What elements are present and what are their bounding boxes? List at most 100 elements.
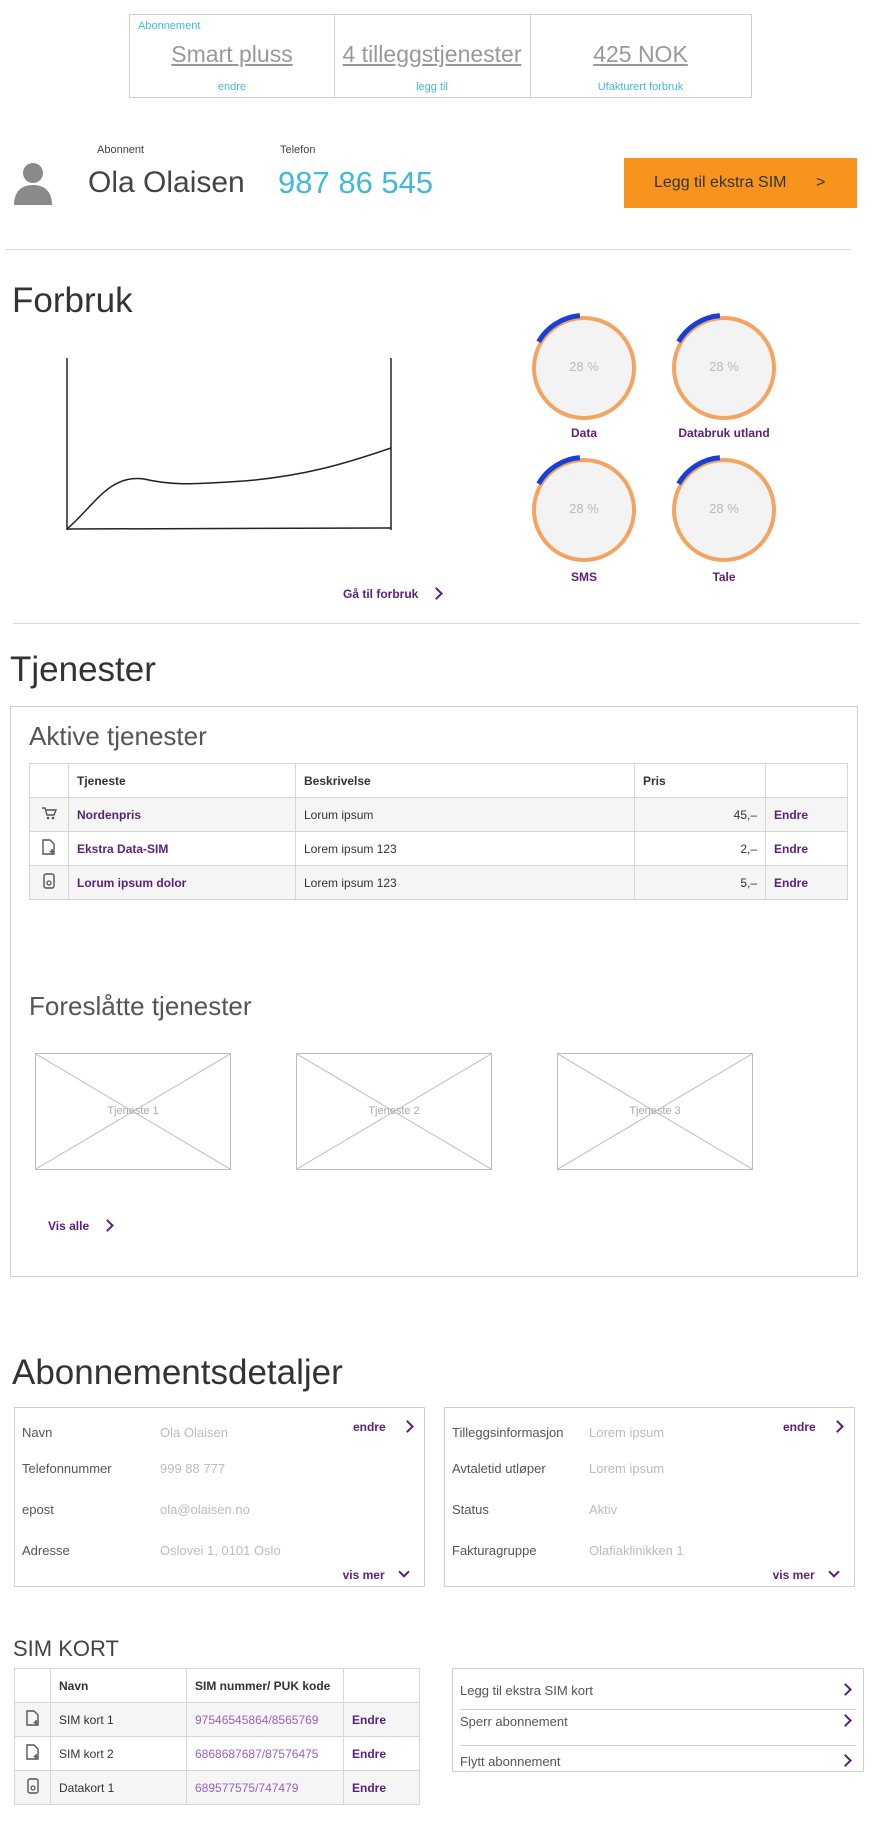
sim-name: SIM kort 1 — [50, 1702, 187, 1737]
donut-label: Tale — [712, 570, 736, 584]
suggested-service-card[interactable]: Tjeneste 1 — [35, 1053, 231, 1170]
detail-row: Oslovei 1, 0101 Oslo — [160, 1543, 281, 1558]
service-description: Lorum ipsum — [295, 797, 635, 832]
usage-donut: 28 % — [668, 454, 780, 566]
detail-row: Avtaletid utløper — [452, 1461, 546, 1476]
sim-actions-panel: Legg til ekstra SIM kort Sperr abonnemen… — [452, 1668, 864, 1772]
unbilled-amount[interactable]: 425 NOK — [530, 41, 751, 68]
edit-details-link[interactable]: endre — [352, 1420, 414, 1434]
summary-plan[interactable]: Smart pluss endre — [130, 15, 335, 97]
detail-row: Olafiaklinikken 1 — [589, 1543, 684, 1558]
table-row: Ekstra Data-SIM Lorem ipsum 123 2,– Endr… — [29, 831, 848, 866]
see-all-label: Vis alle — [48, 1219, 90, 1233]
table-row: SIM kort 1 97546545864/8565769 Endre — [14, 1702, 420, 1737]
detail-key: epost — [22, 1502, 54, 1517]
detail-value: Oslovei 1, 0101 Oslo — [160, 1543, 281, 1558]
device-icon — [14, 1770, 51, 1805]
go-to-usage-link[interactable]: Gå til forbruk — [343, 587, 443, 601]
detail-value: Aktiv — [589, 1502, 618, 1517]
services-title: Tjenester — [10, 650, 156, 689]
divider — [6, 249, 851, 250]
service-name[interactable]: Nordenpris — [68, 797, 296, 832]
table-row: Datakort 1 689577575/747479 Endre — [14, 1770, 420, 1805]
sim-number[interactable]: 97546545864/8565769 — [186, 1702, 344, 1737]
donut-percent: 28 % — [709, 501, 739, 516]
details-panel-right: endre Tilleggsinformasjon Lorem ipsum Av… — [444, 1407, 855, 1587]
suggested-service-card[interactable]: Tjeneste 2 — [296, 1053, 492, 1170]
table-header: Tjeneste Beskrivelse Pris — [29, 763, 848, 798]
edit-details-link[interactable]: endre — [783, 1420, 844, 1434]
detail-row: ola@olaisen.no — [160, 1502, 250, 1517]
addons-count[interactable]: 4 tilleggstjenester — [334, 41, 530, 68]
chevron-down-icon — [828, 1566, 840, 1578]
sim-number[interactable]: 689577575/747479 — [186, 1770, 344, 1805]
service-price: 5,– — [634, 865, 766, 900]
detail-row: Fakturagruppe — [452, 1543, 537, 1558]
column-header-service: Tjeneste — [68, 763, 296, 798]
edit-service-button[interactable]: Endre — [765, 865, 848, 900]
table-row: SIM kort 2 6868687687/87576475 Endre — [14, 1736, 420, 1771]
edit-sim-button[interactable]: Endre — [343, 1736, 420, 1771]
detail-key: Telefonnummer — [22, 1461, 112, 1476]
chevron-down-icon — [398, 1566, 410, 1578]
chevron-right-icon — [839, 1683, 852, 1696]
detail-value: ola@olaisen.no — [160, 1502, 250, 1517]
detail-key: Adresse — [22, 1543, 70, 1558]
service-name[interactable]: Lorum ipsum dolor — [68, 865, 296, 900]
plan-name[interactable]: Smart pluss — [130, 41, 334, 68]
detail-row: Status — [452, 1502, 489, 1517]
edit-sim-button[interactable]: Endre — [343, 1770, 420, 1805]
service-description: Lorem ipsum 123 — [295, 865, 635, 900]
action-label: Sperr abonnement — [460, 1714, 568, 1729]
action-label: Legg til ekstra SIM kort — [460, 1683, 593, 1698]
move-subscription-action[interactable]: Flytt abonnement — [460, 1745, 856, 1771]
detail-row: Ola Olaisen — [160, 1425, 228, 1440]
summary-addons[interactable]: 4 tilleggstjenester legg til — [334, 15, 531, 97]
sim-title: SIM KORT — [13, 1636, 119, 1661]
chevron-right-icon — [429, 587, 443, 600]
phone-number: 987 86 545 — [278, 165, 434, 200]
device-icon — [29, 865, 69, 900]
donut-percent: 28 % — [569, 501, 599, 516]
block-subscription-action[interactable]: Sperr abonnement — [460, 1709, 856, 1746]
usage-title: Forbruk — [12, 281, 133, 320]
add-addon-link[interactable]: legg til — [334, 81, 530, 93]
detail-key: Fakturagruppe — [452, 1543, 537, 1558]
suggested-service-label: Tjeneste 3 — [629, 1105, 681, 1117]
see-all-link[interactable]: Vis alle — [48, 1219, 114, 1233]
edit-service-button[interactable]: Endre — [765, 797, 848, 832]
service-name[interactable]: Ekstra Data-SIM — [68, 831, 296, 866]
column-header-sim-number: SIM nummer/ PUK kode — [186, 1668, 344, 1703]
change-plan-link[interactable]: endre — [130, 81, 334, 93]
column-header-price: Pris — [634, 763, 766, 798]
sim-number[interactable]: 6868687687/87576475 — [186, 1736, 344, 1771]
column-header-description: Beskrivelse — [295, 763, 635, 798]
unbilled-label[interactable]: Ufakturert forbruk — [530, 81, 751, 93]
edit-details-label: endre — [352, 1420, 386, 1434]
usage-series-line — [66, 447, 392, 530]
detail-key: Status — [452, 1502, 489, 1517]
show-more-link[interactable]: vis mer — [772, 1566, 840, 1582]
suggested-service-card[interactable]: Tjeneste 3 — [557, 1053, 753, 1170]
donut-percent: 28 % — [569, 359, 599, 374]
edit-service-button[interactable]: Endre — [765, 831, 848, 866]
add-extra-sim-card-action[interactable]: Legg til ekstra SIM kort — [460, 1669, 856, 1710]
chevron-right-icon — [401, 1420, 414, 1433]
detail-row: Adresse — [22, 1543, 70, 1558]
chart-x-axis — [66, 527, 392, 530]
chevron-right-icon: > — [816, 174, 826, 191]
show-more-label: vis mer — [772, 1568, 815, 1582]
divider — [13, 623, 860, 624]
chevron-right-icon — [839, 1754, 852, 1767]
icon-column-header — [29, 763, 69, 798]
donut-label: SMS — [570, 570, 597, 584]
edit-sim-button[interactable]: Endre — [343, 1702, 420, 1737]
detail-row: Tilleggsinformasjon — [452, 1425, 564, 1440]
detail-key: Navn — [22, 1425, 53, 1440]
sim-name: SIM kort 2 — [50, 1736, 187, 1771]
action-column-header — [343, 1668, 420, 1703]
summary-unbilled[interactable]: 425 NOK Ufakturert forbruk — [530, 15, 751, 97]
show-more-link[interactable]: vis mer — [343, 1566, 410, 1582]
add-extra-sim-button[interactable]: Legg til ekstra SIM > — [624, 158, 857, 208]
detail-row: epost — [22, 1502, 54, 1517]
